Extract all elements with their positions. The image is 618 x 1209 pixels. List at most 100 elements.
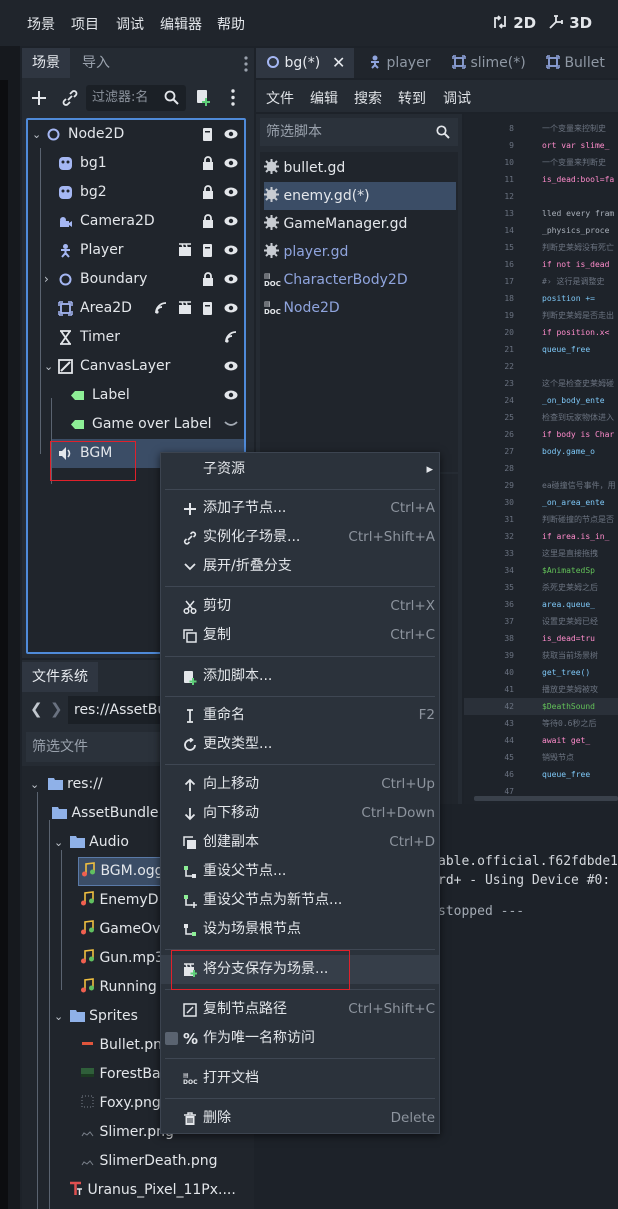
script-item-gamemanager[interactable]: GameManager.gd (264, 210, 456, 238)
ctx-change-type[interactable]: 更改类型... (161, 730, 439, 759)
fs-file-gun[interactable]: Gun.mp3 (80, 944, 164, 973)
eye-icon[interactable] (224, 359, 238, 373)
tree-node-node2d[interactable]: ⌄ Node2D (28, 120, 244, 149)
signal-icon[interactable] (224, 330, 238, 344)
fs-file-enemyd[interactable]: EnemyD (80, 886, 159, 915)
fs-folder-assetbundle[interactable]: AssetBundle (52, 799, 158, 828)
menu-debug[interactable]: 调试 (116, 14, 144, 34)
menu-scene[interactable]: 场景 (27, 14, 55, 34)
script-item-node2d-doc[interactable]: ▤ DOC Node2D (264, 294, 456, 322)
script-item-player[interactable]: player.gd (264, 238, 456, 266)
ctx-duplicate[interactable]: 创建副本 Ctrl+D (161, 828, 439, 857)
fs-file-slimerdeath[interactable]: SlimerDeath.png (80, 1147, 218, 1176)
collapse-arrow-icon[interactable]: ⌄ (32, 120, 41, 149)
view-2d-button[interactable]: 2D (492, 14, 536, 32)
ctx-reparent[interactable]: 重设父节点... (161, 857, 439, 886)
eye-closed-icon[interactable] (224, 417, 238, 431)
instance-scene-icon[interactable] (62, 90, 78, 106)
dock-menu-icon[interactable] (244, 56, 248, 72)
lock-icon[interactable] (202, 214, 214, 228)
tab-filesystem[interactable]: 文件系统 (22, 662, 98, 692)
ctx-make-scene-root[interactable]: 设为场景根节点 (161, 915, 439, 944)
ctx-access-unique-name[interactable]: % 作为唯一名称访问 (161, 1024, 439, 1053)
ctx-attach-script[interactable]: 添加脚本... (161, 662, 439, 691)
eye-icon[interactable] (224, 214, 238, 228)
forward-arrow-icon[interactable]: ❯ (50, 700, 63, 718)
tab-player[interactable]: player (368, 48, 430, 78)
ctx-delete[interactable]: 删除 Delete (161, 1104, 439, 1133)
tree-node-game-over-label[interactable]: Game over Label (28, 410, 244, 439)
eye-icon[interactable] (224, 243, 238, 257)
script-icon[interactable] (202, 301, 214, 316)
ctx-expand-collapse[interactable]: 展开/折叠分支 (161, 552, 439, 581)
collapse-arrow-icon[interactable]: ⌄ (54, 1010, 63, 1023)
eye-icon[interactable] (224, 388, 238, 402)
collapse-arrow-icon[interactable]: ⌄ (30, 778, 39, 791)
script-menu-debug[interactable]: 调试 (443, 88, 471, 108)
script-item-characterbody2d-doc[interactable]: ▤ DOC CharacterBody2D (264, 266, 456, 294)
code-editor[interactable]: 8 一个变量来控制史 9 ort var slime_ 10 一个变量来判断史 11 is_d… (464, 114, 618, 804)
lock-icon[interactable] (202, 272, 214, 286)
unique-name-checkbox[interactable] (165, 1032, 178, 1045)
tree-node-player[interactable]: Player (28, 236, 244, 265)
fs-file-running[interactable]: Running (80, 973, 157, 1002)
tab-import[interactable]: 导入 (72, 48, 120, 78)
eye-icon[interactable] (224, 301, 238, 315)
collapse-arrow-icon[interactable]: ⌄ (44, 352, 53, 381)
eye-icon[interactable] (224, 185, 238, 199)
tree-node-label-node[interactable]: Label (28, 381, 244, 410)
ctx-move-up[interactable]: 向上移动 Ctrl+Up (161, 770, 439, 799)
menu-editor[interactable]: 编辑器 (160, 14, 202, 34)
script-menu-edit[interactable]: 编辑 (310, 88, 338, 108)
fs-file-uranus-font[interactable]: Uranus_Pixel_11Px.... (68, 1176, 236, 1205)
fs-folder-res[interactable]: ⌄ res:// (30, 770, 103, 799)
script-menu-search[interactable]: 搜索 (354, 88, 382, 108)
ctx-instance-child-scene[interactable]: 实例化子场景... Ctrl+Shift+A (161, 523, 439, 552)
tab-scene[interactable]: 场景 (22, 48, 70, 78)
fs-file-foxy[interactable]: Foxy.png (80, 1089, 161, 1118)
attach-script-icon[interactable] (195, 89, 211, 106)
horizontal-scrollbar[interactable] (474, 796, 618, 801)
ctx-reparent-to-new[interactable]: 重设父节点为新节点... (161, 886, 439, 915)
fs-folder-audio[interactable]: ⌄ Audio (54, 828, 129, 857)
collapse-arrow-icon[interactable]: ⌄ (54, 836, 63, 849)
ctx-sub-resources[interactable]: 子资源 ▸ (161, 455, 439, 484)
script-icon[interactable] (202, 127, 214, 142)
script-icon[interactable] (202, 243, 214, 258)
ctx-cut[interactable]: 剪切 Ctrl+X (161, 592, 439, 621)
close-tab-icon[interactable]: ✕ (332, 48, 345, 78)
script-item-bullet[interactable]: bullet.gd (264, 154, 456, 182)
menu-help[interactable]: 帮助 (217, 14, 245, 34)
tree-node-bg2[interactable]: bg2 (28, 178, 244, 207)
instance-icon[interactable] (178, 301, 192, 315)
tab-bg[interactable]: bg(*) ✕ (256, 48, 354, 78)
fs-file-bullet-png[interactable]: Bullet.pn (80, 1031, 162, 1060)
tree-node-canvaslayer[interactable]: ⌄ CanvasLayer (28, 352, 244, 381)
fs-file-forestba[interactable]: ForestBa (80, 1060, 161, 1089)
instance-icon[interactable] (178, 243, 192, 257)
tree-node-bg1[interactable]: bg1 (28, 149, 244, 178)
signal-icon[interactable] (154, 301, 168, 315)
script-menu-goto[interactable]: 转到 (398, 88, 426, 108)
more-options-icon[interactable] (231, 89, 235, 106)
ctx-open-docs[interactable]: ▤ DOC 打开文档 (161, 1064, 439, 1093)
ctx-copy[interactable]: 复制 Ctrl+C (161, 621, 439, 650)
script-filter-input[interactable]: 筛选脚本 (260, 118, 458, 146)
view-3d-button[interactable]: 3D (548, 14, 592, 32)
tab-bullet[interactable]: Bullet (546, 48, 605, 78)
ctx-copy-node-path[interactable]: 复制节点路径 Ctrl+Shift+C (161, 995, 439, 1024)
expand-arrow-icon[interactable]: › (44, 265, 49, 294)
tab-slime[interactable]: slime(*) (452, 48, 526, 78)
ctx-move-down[interactable]: 向下移动 Ctrl+Down (161, 799, 439, 828)
tree-node-area2d[interactable]: Area2D (28, 294, 244, 323)
ctx-rename[interactable]: 重命名 F2 (161, 701, 439, 730)
lock-icon[interactable] (202, 156, 214, 170)
tree-node-timer[interactable]: Timer (28, 323, 244, 352)
add-node-icon[interactable] (31, 90, 47, 106)
eye-icon[interactable] (224, 127, 238, 141)
lock-icon[interactable] (202, 185, 214, 199)
back-arrow-icon[interactable]: ❮ (30, 700, 43, 718)
fs-file-gameov[interactable]: GameOv (80, 915, 160, 944)
tree-node-boundary[interactable]: › Boundary (28, 265, 244, 294)
tree-node-camera2d[interactable]: Camera2D (28, 207, 244, 236)
